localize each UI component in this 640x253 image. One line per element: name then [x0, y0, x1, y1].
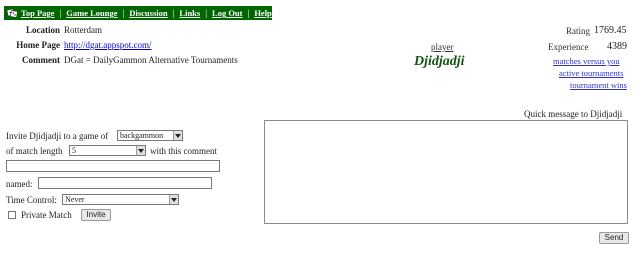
- named-input[interactable]: [38, 177, 212, 189]
- send-button[interactable]: Send: [599, 232, 629, 244]
- comment-row: Comment DGat = DailyGammon Alternative T…: [6, 55, 238, 65]
- game-type-value: backgammon: [120, 131, 164, 140]
- match-length-value: 5: [72, 146, 76, 155]
- chevron-down-icon: [136, 146, 145, 155]
- invite-prefix-text: Invite Djidjadji to a game of: [6, 131, 109, 141]
- chevron-down-icon: [173, 131, 182, 140]
- private-match-label: Private Match: [21, 210, 72, 220]
- location-value: Rotterdam: [64, 25, 102, 35]
- nav-links-link[interactable]: Links: [179, 8, 200, 18]
- quick-message-textarea[interactable]: [264, 120, 628, 224]
- nav-log-out-link[interactable]: Log Out: [212, 8, 242, 18]
- nav-help-link[interactable]: Help: [254, 8, 271, 18]
- nav-game-lounge-link[interactable]: Game Lounge: [66, 8, 117, 18]
- time-control-label: Time Control:: [6, 195, 57, 205]
- tournament-wins-link[interactable]: tournament wins: [570, 80, 627, 90]
- match-length-label: of match length: [6, 146, 63, 156]
- comment-value: DGat = DailyGammon Alternative Tournamen…: [64, 55, 238, 65]
- homepage-row: Home Page http://dgat.appspot.com/: [6, 40, 152, 50]
- player-name: Djidjadji: [414, 54, 465, 69]
- nav-separator: |: [247, 8, 250, 18]
- dice-logo-icon: [6, 8, 18, 18]
- experience-value: 4389: [607, 41, 627, 52]
- experience-label: Experience: [548, 42, 589, 52]
- invite-comment-input[interactable]: [6, 160, 220, 172]
- time-control-value: Never: [65, 195, 85, 204]
- homepage-label: Home Page: [16, 40, 60, 50]
- rating-label: Rating: [566, 26, 590, 36]
- private-match-checkbox[interactable]: [8, 211, 16, 219]
- homepage-link[interactable]: http://dgat.appspot.com/: [64, 40, 152, 50]
- named-label: named:: [6, 179, 33, 189]
- nav-separator: |: [122, 8, 125, 18]
- nav-separator: |: [172, 8, 175, 18]
- quick-message-label: Quick message to Djidjadji: [524, 109, 623, 119]
- top-nav-bar: Top Page | Game Lounge | Discussion | Li…: [4, 6, 272, 20]
- rating-value: 1769.45: [594, 25, 627, 36]
- invite-button[interactable]: Invite: [81, 209, 111, 221]
- player-caption: player: [431, 42, 454, 52]
- with-comment-label: with this comment: [150, 146, 217, 156]
- location-row: Location Rotterdam: [6, 25, 102, 35]
- comment-label: Comment: [22, 55, 60, 65]
- nav-discussion-link[interactable]: Discussion: [129, 8, 167, 18]
- active-tournaments-link[interactable]: active tournaments: [559, 68, 623, 78]
- chevron-down-icon: [169, 195, 178, 204]
- location-label: Location: [25, 25, 60, 35]
- match-length-select[interactable]: 5: [69, 145, 146, 156]
- nav-separator: |: [205, 8, 208, 18]
- nav-top-page-link[interactable]: Top Page: [21, 8, 54, 18]
- time-control-select[interactable]: Never: [62, 194, 179, 205]
- nav-separator: |: [59, 8, 62, 18]
- game-type-select[interactable]: backgammon: [117, 130, 183, 141]
- matches-versus-you-link[interactable]: matches versus you: [553, 56, 620, 66]
